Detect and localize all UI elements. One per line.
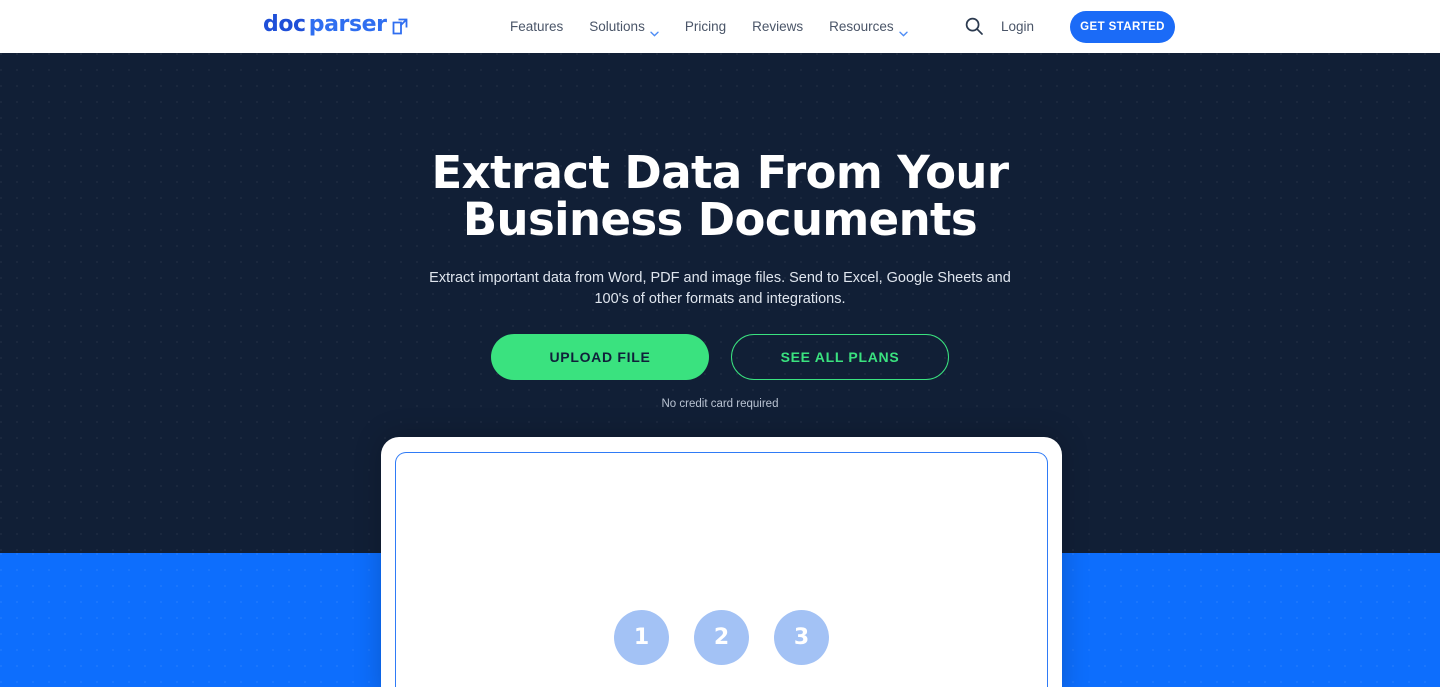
- search-icon[interactable]: [964, 16, 984, 36]
- nav-label: Reviews: [752, 19, 804, 34]
- hero-title-line-1: Extract Data From Your: [431, 146, 1009, 199]
- chevron-down-icon: [898, 25, 908, 37]
- nav-item-pricing[interactable]: Pricing: [685, 19, 726, 34]
- no-credit-card-note: No credit card required: [661, 398, 779, 410]
- landing-page: doc parser Features Solutions Pricing Re…: [0, 0, 1440, 687]
- logo-text-doc: doc: [263, 12, 306, 37]
- hero-title-line-2: Business Documents: [462, 192, 978, 246]
- step-circle-1[interactable]: 1: [614, 610, 669, 665]
- nav-label: Solutions: [589, 19, 645, 34]
- nav-item-features[interactable]: Features: [510, 19, 563, 34]
- nav-label: Features: [510, 19, 564, 34]
- logo[interactable]: doc parser: [263, 14, 408, 36]
- nav-label: Pricing: [684, 19, 727, 34]
- login-link[interactable]: Login: [1001, 19, 1034, 34]
- step-circle-2[interactable]: 2: [694, 610, 749, 665]
- logo-text-parser: parser: [308, 12, 387, 37]
- page-title: Extract Data From Your Business Document…: [0, 146, 1440, 246]
- main-nav: Features Solutions Pricing Reviews Resou…: [510, 0, 908, 53]
- upload-card[interactable]: 1 2 3: [381, 437, 1062, 687]
- step-indicator-group: 1 2 3: [396, 610, 1047, 665]
- external-document-icon: [392, 18, 408, 35]
- nav-item-reviews[interactable]: Reviews: [752, 19, 803, 34]
- file-dropzone[interactable]: 1 2 3: [395, 452, 1048, 687]
- nav-label: Resources: [829, 19, 894, 34]
- nav-item-resources[interactable]: Resources: [829, 19, 908, 37]
- site-header: doc parser Features Solutions Pricing Re…: [0, 0, 1440, 53]
- step-circle-3[interactable]: 3: [774, 610, 829, 665]
- get-started-button[interactable]: GET STARTED: [1070, 11, 1175, 43]
- upload-file-button[interactable]: UPLOAD FILE: [491, 334, 709, 380]
- nav-item-solutions[interactable]: Solutions: [589, 19, 659, 37]
- hero-cta-group: UPLOAD FILE SEE ALL PLANS: [0, 334, 1440, 380]
- see-all-plans-button[interactable]: SEE ALL PLANS: [731, 334, 949, 380]
- hero-subtitle: Extract important data from Word, PDF an…: [429, 270, 1011, 307]
- chevron-down-icon: [650, 25, 659, 37]
